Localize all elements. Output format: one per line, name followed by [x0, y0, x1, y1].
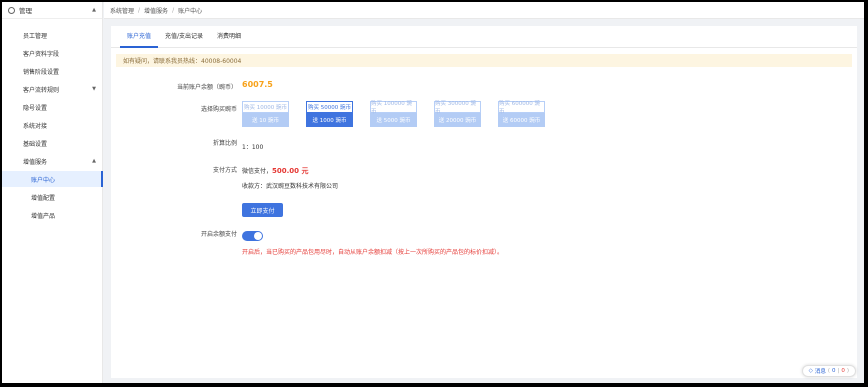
sidebar-item-basic-settings[interactable]: 基础设置 [2, 135, 103, 151]
chevron-down-icon: ▼ [92, 86, 96, 92]
payee-text: 收款方：武汉豌豆数科技术有限公司 [242, 183, 339, 190]
auto-pay-hint: 开启后，当已购买的产品包用尽时，自动从账户余额扣减（按上一次所购买的产品包的标价… [242, 249, 504, 256]
sidebar-item-label: 账户中心 [31, 176, 56, 184]
sidebar-item-transfer-rules[interactable]: 客户流转规则 ▼ [2, 81, 103, 97]
sidebar-item-value-added[interactable]: 增值服务 ▲ [2, 153, 103, 169]
messages-count-b: 0 [841, 368, 845, 374]
pay-now-button[interactable]: 立即支付 [242, 203, 283, 217]
user-icon [8, 6, 15, 14]
sidebar: 管理 ▲ 员工管理 客户资料字段 销售阶段设置 客户流转规则 ▼ 隐号设置 系统对… [2, 2, 103, 383]
message-icon: ◇ [808, 368, 813, 374]
breadcrumb: 系统管理 / 增值服务 / 账户中心 [104, 2, 864, 19]
chevron-up-icon: ▲ [92, 158, 96, 164]
sidebar-header[interactable]: 管理 ▲ [2, 2, 102, 19]
bracket-open: ( [827, 368, 830, 374]
auto-pay-toggle[interactable] [242, 231, 263, 241]
sidebar-item-label: 隐号设置 [23, 104, 48, 112]
toggle-knob [254, 232, 262, 240]
sidebar-item-staff[interactable]: 员工管理 [2, 27, 103, 43]
notice-banner: 如有疑问，请联系我员热线：40008-60004 [116, 54, 852, 67]
breadcrumb-separator: / [172, 6, 175, 14]
package-option-selected[interactable]: 购买 50000 豌币 送 1000 豌币 [306, 101, 353, 127]
sidebar-item-hidden-number[interactable]: 隐号设置 [2, 99, 103, 115]
payment-method: 微信支付，500.00 元 [242, 166, 308, 176]
sidebar-item-value-products[interactable]: 增值产品 [2, 207, 103, 223]
sidebar-item-label: 增值产品 [31, 212, 56, 220]
tab-consumption-details[interactable]: 消费明细 [210, 26, 248, 48]
package-buy: 购买 100000 豌币 [370, 101, 417, 115]
package-bonus: 送 5000 豌币 [370, 113, 417, 127]
main-panel: 账户充值 充值/支出记录 消费明细 如有疑问，请联系我员热线：40008-600… [111, 26, 857, 378]
package-bonus: 送 1000 豌币 [306, 113, 353, 127]
package-label: 选择购买豌币 [200, 106, 237, 113]
breadcrumb-current: 账户中心 [178, 7, 203, 15]
chevron-up-icon: ▲ [92, 7, 96, 13]
payment-method-text: 微信支付， [242, 168, 273, 175]
balance-value: 6007.5 [242, 80, 273, 89]
package-bonus: 送 20000 豌币 [434, 113, 481, 127]
sidebar-item-label: 客户流转规则 [23, 86, 60, 94]
messages-button[interactable]: ◇ 消息 ( 0 | 0 ) [801, 365, 856, 377]
package-bonus: 送 10 豌币 [242, 113, 289, 127]
package-option[interactable]: 购买 10000 豌币 送 10 豌币 [242, 101, 289, 127]
sidebar-item-label: 增值配置 [31, 194, 56, 202]
package-option[interactable]: 购买 300000 豌币 送 20000 豌币 [434, 101, 481, 127]
sidebar-item-customer-fields[interactable]: 客户资料字段 [2, 45, 103, 61]
sidebar-item-sales-stage[interactable]: 销售阶段设置 [2, 63, 103, 79]
tab-bar: 账户充值 充值/支出记录 消费明细 [111, 26, 857, 48]
package-buy: 购买 300000 豌币 [434, 101, 481, 115]
sidebar-item-account-center[interactable]: 账户中心 [2, 171, 103, 187]
package-buy: 购买 600000 豌币 [498, 101, 545, 115]
ratio-value: 1：100 [242, 144, 264, 151]
tab-account-recharge[interactable]: 账户充值 [120, 26, 159, 48]
breadcrumb-item[interactable]: 增值服务 [144, 6, 168, 15]
sidebar-item-label: 客户资料字段 [23, 50, 60, 58]
bracket-close: ) [846, 368, 849, 374]
auto-pay-label: 开启余额支付 [200, 231, 237, 238]
package-option[interactable]: 购买 100000 豌币 送 5000 豌币 [370, 101, 417, 127]
breadcrumb-separator: / [138, 6, 141, 14]
ratio-label: 折算比例 [212, 140, 237, 147]
package-option[interactable]: 购买 600000 豌币 送 60000 豌币 [498, 101, 545, 127]
sidebar-item-label: 增值服务 [23, 158, 48, 166]
payment-amount: 500.00 元 [272, 167, 309, 175]
sidebar-item-system-integration[interactable]: 系统对接 [2, 117, 103, 133]
package-bonus: 送 60000 豌币 [498, 113, 545, 127]
breadcrumb-item[interactable]: 系统管理 [110, 6, 134, 15]
sidebar-item-label: 基础设置 [23, 140, 48, 148]
package-buy: 购买 10000 豌币 [242, 101, 289, 113]
sidebar-item-value-config[interactable]: 增值配置 [2, 189, 103, 205]
sidebar-item-label: 员工管理 [23, 32, 48, 40]
sidebar-item-label: 销售阶段设置 [23, 68, 60, 76]
divider: | [837, 368, 840, 374]
balance-label: 当前账户余额（豌币） [176, 84, 237, 91]
payment-label: 支付方式 [212, 167, 237, 174]
app-frame: 管理 ▲ 员工管理 客户资料字段 销售阶段设置 客户流转规则 ▼ 隐号设置 系统对… [2, 2, 864, 383]
sidebar-header-label: 管理 [19, 7, 32, 15]
tab-recharge-records[interactable]: 充值/支出记录 [158, 26, 210, 48]
package-buy: 购买 50000 豌币 [306, 101, 353, 113]
messages-count-a: 0 [831, 368, 836, 374]
sidebar-item-label: 系统对接 [23, 122, 48, 130]
messages-label: 消息 [814, 369, 826, 375]
